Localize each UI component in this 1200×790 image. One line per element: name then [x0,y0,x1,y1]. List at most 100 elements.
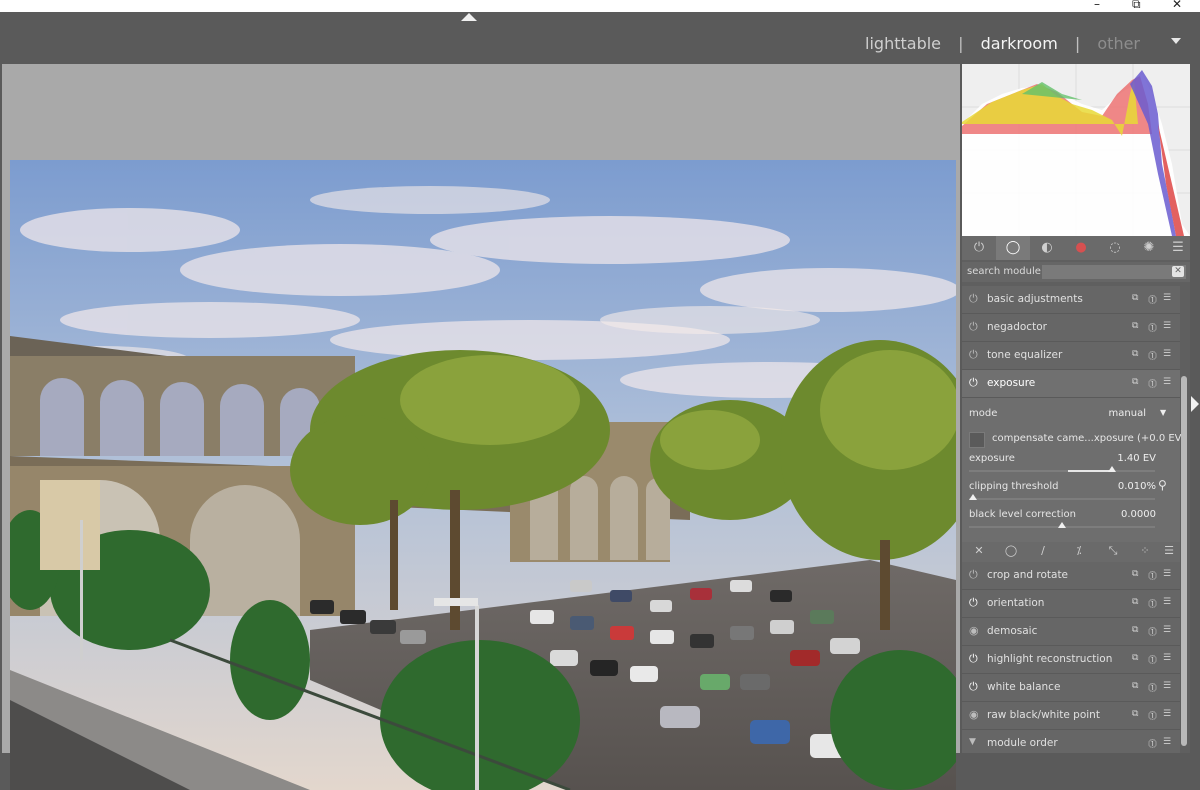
module-highlight-reconstruction[interactable]: ⏻ highlight reconstruction ⧉ ⓵ ☰ [962,646,1180,674]
power-icon[interactable]: ⏻ [962,236,996,260]
black-level-correction-slider-knob[interactable] [1058,522,1066,528]
black-level-correction-slider[interactable] [969,522,1155,528]
presets-icon[interactable]: ☰ [1163,377,1171,387]
exposure-slider-knob[interactable] [1108,466,1116,472]
exposure-module-body: mode manual ▼ compensate came...xposure … [962,398,1185,546]
path-icon[interactable]: ⤡ [1098,544,1128,558]
right-panel-scrollbar[interactable] [1181,376,1187,746]
presets-icon[interactable]: ☰ [1163,569,1171,579]
correct-icon[interactable]: ◌ [1098,236,1132,260]
chevron-down-icon[interactable] [1171,38,1181,44]
collapse-right-panel-icon[interactable] [1191,396,1199,412]
module-group-tabs: ⏻ ◯ ◐ ● ◌ ✺ ☰ [962,236,1190,260]
power-icon[interactable]: ⏻ [969,680,978,694]
presets-icon[interactable]: ☰ [1163,737,1171,747]
histogram[interactable] [962,64,1190,236]
reset-icon[interactable]: ⓵ [1148,377,1157,390]
presets-icon[interactable]: ☰ [1163,709,1171,719]
reset-icon[interactable]: ⓵ [1148,349,1157,362]
exposure-label: exposure [969,453,1015,464]
power-icon[interactable]: ⏻ [969,568,978,582]
exposure-slider-fill [1068,470,1112,472]
presets-icon[interactable]: ☰ [1163,293,1171,303]
reset-icon[interactable]: ⓵ [1148,569,1157,582]
reset-icon[interactable]: ⓵ [1148,681,1157,694]
reset-icon[interactable]: ⓵ [1148,293,1157,306]
circle-icon[interactable]: ◯ [996,544,1026,557]
module-crop-and-rotate[interactable]: ⏻ crop and rotate ⧉ ⓵ ☰ [962,562,1180,590]
close-icon[interactable]: ✕ [964,544,994,557]
view-darkroom[interactable]: darkroom [981,34,1058,53]
center-view[interactable] [2,64,960,790]
menu-icon[interactable]: ☰ [1166,236,1190,260]
color-wheel-icon[interactable]: ● [1064,236,1098,260]
reset-icon[interactable]: ⓵ [1148,653,1157,666]
circle-icon[interactable]: ◯ [996,236,1030,260]
exposure-value: 1.40 EV [1117,453,1156,464]
clear-search-icon[interactable]: ✕ [1172,266,1184,277]
presets-icon[interactable]: ☰ [1163,681,1171,691]
module-demosaic[interactable]: ◉ demosaic ⧉ ⓵ ☰ [962,618,1180,646]
mode-select[interactable]: manual [1109,408,1146,419]
multi-instance-icon[interactable]: ⧉ [1132,321,1138,331]
effect-icon[interactable]: ✺ [1132,236,1166,260]
exposure-slider[interactable] [969,466,1155,472]
brush-icon[interactable]: ∕ [1028,544,1058,557]
triangle-down-icon[interactable]: ▼ [969,737,976,747]
module-raw-black-white-point[interactable]: ◉ raw black/white point ⧉ ⓵ ☰ [962,702,1180,730]
minimize-button[interactable]: – [1094,0,1100,12]
reset-icon[interactable]: ⓵ [1148,709,1157,722]
search-module-input[interactable] [1042,265,1186,279]
presets-icon[interactable]: ☰ [1163,597,1171,607]
chevron-down-icon[interactable]: ▼ [1160,408,1166,417]
module-orientation[interactable]: ⏻ orientation ⧉ ⓵ ☰ [962,590,1180,618]
multi-instance-icon[interactable]: ⧉ [1132,569,1138,579]
power-icon[interactable]: ⏻ [969,320,978,334]
power-icon[interactable]: ⏻ [969,292,978,306]
presets-icon[interactable]: ☰ [1163,321,1171,331]
multi-instance-icon[interactable]: ⧉ [1132,349,1138,359]
power-icon[interactable]: ⏻ [969,652,978,666]
reset-icon[interactable]: ⓵ [1148,737,1157,750]
photo-preview[interactable] [10,160,956,790]
reset-icon[interactable]: ⓵ [1148,597,1157,610]
menu-icon[interactable]: ☰ [1154,544,1184,557]
multi-instance-icon[interactable]: ⧉ [1132,625,1138,635]
clipping-threshold-slider-knob[interactable] [969,494,977,500]
compensate-camera-exposure-checkbox[interactable] [969,432,985,448]
multi-instance-icon[interactable]: ⧉ [1132,681,1138,691]
presets-icon[interactable]: ☰ [1163,349,1171,359]
color-picker-icon[interactable]: ⚲ [1158,478,1167,492]
black-level-correction-value: 0.0000 [1121,509,1156,520]
power-icon[interactable]: ⏻ [969,348,978,362]
multi-instance-icon[interactable]: ⧉ [1132,293,1138,303]
module-order[interactable]: ▼ module order ⓵ ☰ [962,730,1180,753]
module-basic-adjustments[interactable]: ⏻ basic adjustments ⧉ ⓵ ☰ [962,286,1180,314]
compensate-camera-exposure-label: compensate came...xposure (+0.0 EV) [992,433,1186,444]
presets-icon[interactable]: ☰ [1163,625,1171,635]
restore-button[interactable]: ⧉ [1132,0,1141,12]
module-negadoctor[interactable]: ⏻ negadoctor ⧉ ⓵ ☰ [962,314,1180,342]
clipping-threshold-slider[interactable] [969,494,1155,500]
multi-instance-icon[interactable]: ⧉ [1132,653,1138,663]
module-exposure[interactable]: ⏻ exposure ⧉ ⓵ ☰ [962,370,1180,398]
reset-icon[interactable]: ⓵ [1148,625,1157,638]
gradient-icon[interactable]: ⁒ [1064,544,1094,557]
power-icon[interactable]: ⏻ [969,596,978,610]
close-window-button[interactable]: ✕ [1172,0,1182,12]
module-white-balance[interactable]: ⏻ white balance ⧉ ⓵ ☰ [962,674,1180,702]
module-label: crop and rotate [987,569,1069,581]
mode-label: mode [969,408,998,419]
reset-icon[interactable]: ⓵ [1148,321,1157,334]
module-label: orientation [987,597,1045,609]
collapse-top-panel-icon[interactable] [461,13,477,21]
multi-instance-icon[interactable]: ⧉ [1132,597,1138,607]
halftone-icon[interactable]: ◐ [1030,236,1064,260]
view-lighttable[interactable]: lighttable [865,34,941,53]
view-other[interactable]: other [1097,34,1140,53]
multi-instance-icon[interactable]: ⧉ [1132,377,1138,387]
power-icon[interactable]: ⏻ [969,376,978,390]
presets-icon[interactable]: ☰ [1163,653,1171,663]
multi-instance-icon[interactable]: ⧉ [1132,709,1138,719]
module-tone-equalizer[interactable]: ⏻ tone equalizer ⧉ ⓵ ☰ [962,342,1180,370]
